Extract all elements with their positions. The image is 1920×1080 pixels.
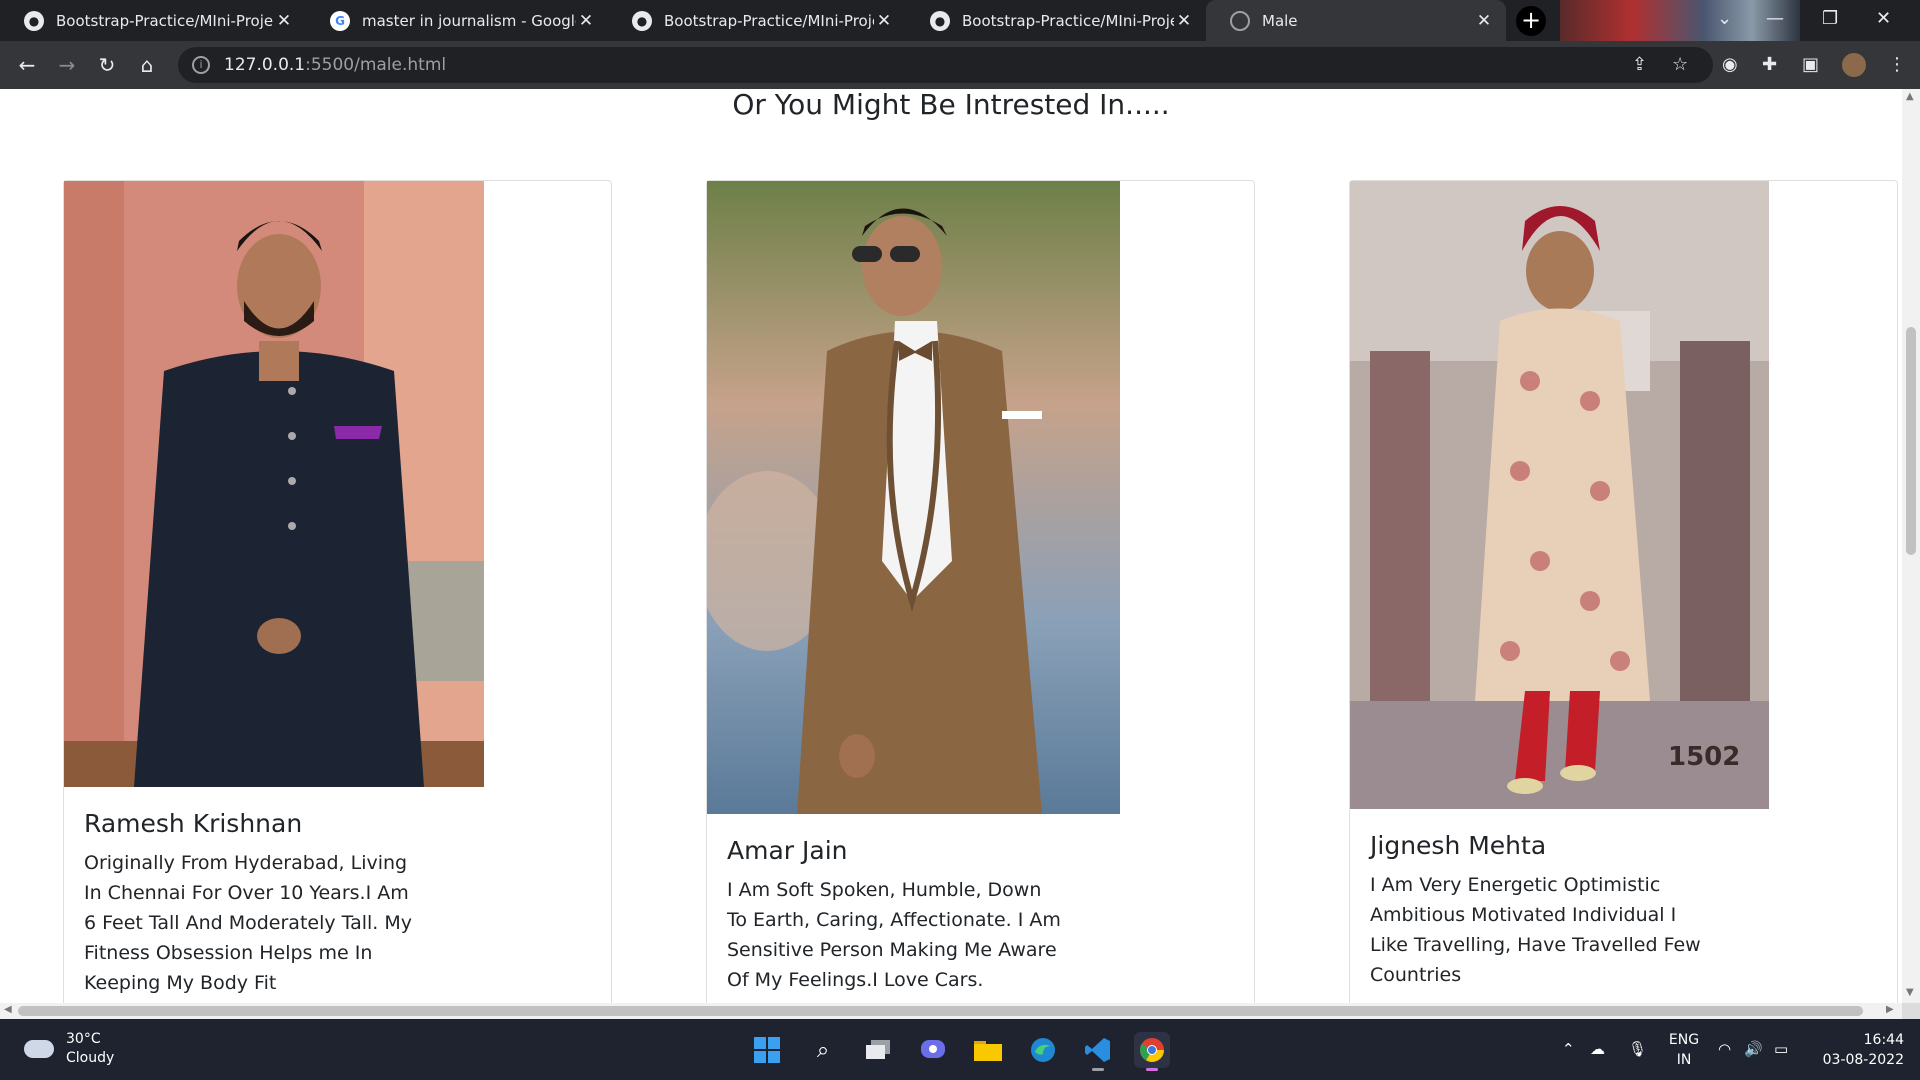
section-heading: Or You Might Be Intrested In..... bbox=[732, 89, 1170, 121]
tab-title: Bootstrap-Practice/MIni-Project_ bbox=[962, 11, 1174, 30]
tab-title: master in journalism - Google Se bbox=[362, 11, 576, 30]
vertical-scroll-thumb[interactable] bbox=[1906, 327, 1916, 555]
browser-tab-active[interactable]: Male ✕ bbox=[1206, 0, 1506, 41]
scroll-right-icon[interactable]: ▶ bbox=[1886, 1004, 1894, 1015]
close-tab-icon[interactable]: ✕ bbox=[1174, 11, 1194, 31]
windows-start-icon[interactable] bbox=[749, 1032, 785, 1068]
weather-condition: Cloudy bbox=[66, 1050, 115, 1066]
wifi-icon[interactable]: ◠ bbox=[1718, 1040, 1731, 1058]
back-arrow-icon[interactable]: ← bbox=[12, 53, 42, 77]
new-tab-button[interactable]: + bbox=[1516, 6, 1546, 36]
region-code: IN bbox=[1676, 1052, 1692, 1068]
url-path: :5500/male.html bbox=[305, 55, 447, 75]
profile-card: 1502 Jignesh Mehta I Am Very Energetic O… bbox=[1349, 180, 1898, 1003]
weather-temperature: 30°C bbox=[66, 1031, 101, 1047]
show-hidden-icons-chevron-icon[interactable]: ⌃ bbox=[1562, 1040, 1575, 1058]
profile-photo bbox=[64, 181, 484, 787]
share-icon[interactable]: ⇪ bbox=[1632, 54, 1647, 75]
github-icon: ● bbox=[632, 10, 652, 31]
running-indicator bbox=[1146, 1068, 1158, 1071]
running-indicator bbox=[1092, 1068, 1104, 1071]
task-view-icon[interactable] bbox=[860, 1032, 896, 1068]
puzzle-extensions-icon[interactable]: ✚ bbox=[1762, 54, 1777, 75]
profile-name: Amar Jain bbox=[727, 836, 848, 865]
chrome-icon[interactable] bbox=[1134, 1032, 1170, 1071]
chevron-down-icon[interactable]: ⌄ bbox=[1717, 8, 1732, 29]
browser-tab-1[interactable]: ● Bootstrap-Practice/MIni-Project_ ✕ bbox=[0, 0, 306, 41]
vertical-scrollbar[interactable]: ▲ ▼ bbox=[1902, 89, 1920, 1003]
vscode-icon[interactable] bbox=[1080, 1032, 1116, 1071]
bookmark-star-icon[interactable]: ☆ bbox=[1672, 54, 1688, 75]
extension-icon[interactable]: ◉ bbox=[1722, 54, 1738, 75]
close-window-icon[interactable]: ✕ bbox=[1876, 8, 1891, 29]
profile-bio: I Am Very Energetic Optimistic Ambitious… bbox=[1370, 874, 1701, 986]
github-icon: ● bbox=[930, 10, 950, 31]
github-icon: ● bbox=[24, 10, 44, 31]
profile-name: Jignesh Mehta bbox=[1370, 831, 1547, 860]
close-tab-icon[interactable]: ✕ bbox=[274, 11, 294, 31]
scroll-left-icon[interactable]: ◀ bbox=[4, 1004, 12, 1015]
weather-widget[interactable]: 30°C Cloudy bbox=[24, 1030, 114, 1068]
globe-icon bbox=[1230, 10, 1250, 31]
more-menu-icon[interactable]: ⋮ bbox=[1888, 54, 1906, 75]
system-clock[interactable]: 16:44 03-08-2022 bbox=[1812, 1030, 1904, 1070]
close-tab-icon[interactable]: ✕ bbox=[576, 11, 596, 31]
cloud-sync-error-icon[interactable]: ☁ bbox=[1590, 1040, 1605, 1058]
reload-icon[interactable]: ↻ bbox=[92, 53, 122, 77]
language-indicator[interactable]: ENG IN bbox=[1666, 1030, 1702, 1070]
battery-icon[interactable]: ▭ bbox=[1774, 1040, 1788, 1058]
close-tab-icon[interactable]: ✕ bbox=[874, 11, 894, 31]
window-background-art bbox=[1560, 0, 1800, 41]
profile-card: Amar Jain I Am Soft Spoken, Humble, Down… bbox=[706, 180, 1255, 1003]
scrollbar-corner bbox=[1902, 1003, 1920, 1019]
scroll-up-icon[interactable]: ▲ bbox=[1906, 91, 1914, 102]
search-icon[interactable]: ⌕ bbox=[805, 1032, 841, 1068]
browser-tab-3[interactable]: ● Bootstrap-Practice/MIni-Project_ ✕ bbox=[608, 0, 906, 41]
cloud-icon bbox=[24, 1040, 54, 1058]
browser-tab-4[interactable]: ● Bootstrap-Practice/MIni-Project_ ✕ bbox=[906, 0, 1206, 41]
address-bar[interactable]: i 127.0.0.1:5500/male.html bbox=[178, 47, 1713, 83]
language-code: ENG bbox=[1668, 1032, 1700, 1048]
restore-icon[interactable]: ❐ bbox=[1822, 8, 1838, 29]
minimize-icon[interactable]: — bbox=[1766, 8, 1784, 29]
close-tab-icon[interactable]: ✕ bbox=[1474, 11, 1494, 31]
file-explorer-icon[interactable] bbox=[970, 1032, 1006, 1068]
browser-tab-2[interactable]: G master in journalism - Google Se ✕ bbox=[306, 0, 608, 41]
microphone-icon[interactable]: 🎙 bbox=[1628, 1040, 1647, 1058]
edge-browser-icon[interactable] bbox=[1025, 1032, 1061, 1068]
side-panel-icon[interactable]: ▣ bbox=[1802, 54, 1819, 75]
tab-title: Bootstrap-Practice/MIni-Project_ bbox=[56, 11, 274, 30]
clock-time: 16:44 bbox=[1863, 1032, 1904, 1048]
profile-card: Ramesh Krishnan Originally From Hyderaba… bbox=[63, 180, 612, 1003]
tab-title: Bootstrap-Practice/MIni-Project_ bbox=[664, 11, 874, 30]
profile-avatar[interactable] bbox=[1842, 53, 1866, 77]
profile-bio: I Am Soft Spoken, Humble, Down To Earth,… bbox=[727, 879, 1061, 991]
profile-name: Ramesh Krishnan bbox=[84, 809, 303, 838]
tab-title: Male bbox=[1262, 11, 1298, 30]
google-icon: G bbox=[330, 10, 350, 31]
scroll-down-icon[interactable]: ▼ bbox=[1906, 987, 1914, 998]
profile-photo: 1502 bbox=[1350, 181, 1769, 809]
teams-chat-icon[interactable] bbox=[915, 1032, 951, 1068]
page-viewport: Or You Might Be Intrested In..... Ramesh… bbox=[0, 89, 1902, 1003]
horizontal-scrollbar[interactable]: ◀ ▶ bbox=[0, 1003, 1902, 1019]
forward-arrow-icon[interactable]: → bbox=[52, 53, 82, 77]
photo-caption: 1502 bbox=[1668, 742, 1740, 772]
clock-date: 03-08-2022 bbox=[1822, 1052, 1904, 1068]
site-info-icon[interactable]: i bbox=[192, 56, 210, 74]
url-host: 127.0.0.1 bbox=[224, 55, 306, 75]
volume-icon[interactable]: 🔊 bbox=[1744, 1040, 1763, 1058]
profile-bio: Originally From Hyderabad, Living In Che… bbox=[84, 852, 413, 994]
home-icon[interactable]: ⌂ bbox=[132, 53, 162, 77]
horizontal-scroll-thumb[interactable] bbox=[18, 1006, 1863, 1016]
profile-photo bbox=[707, 181, 1120, 814]
